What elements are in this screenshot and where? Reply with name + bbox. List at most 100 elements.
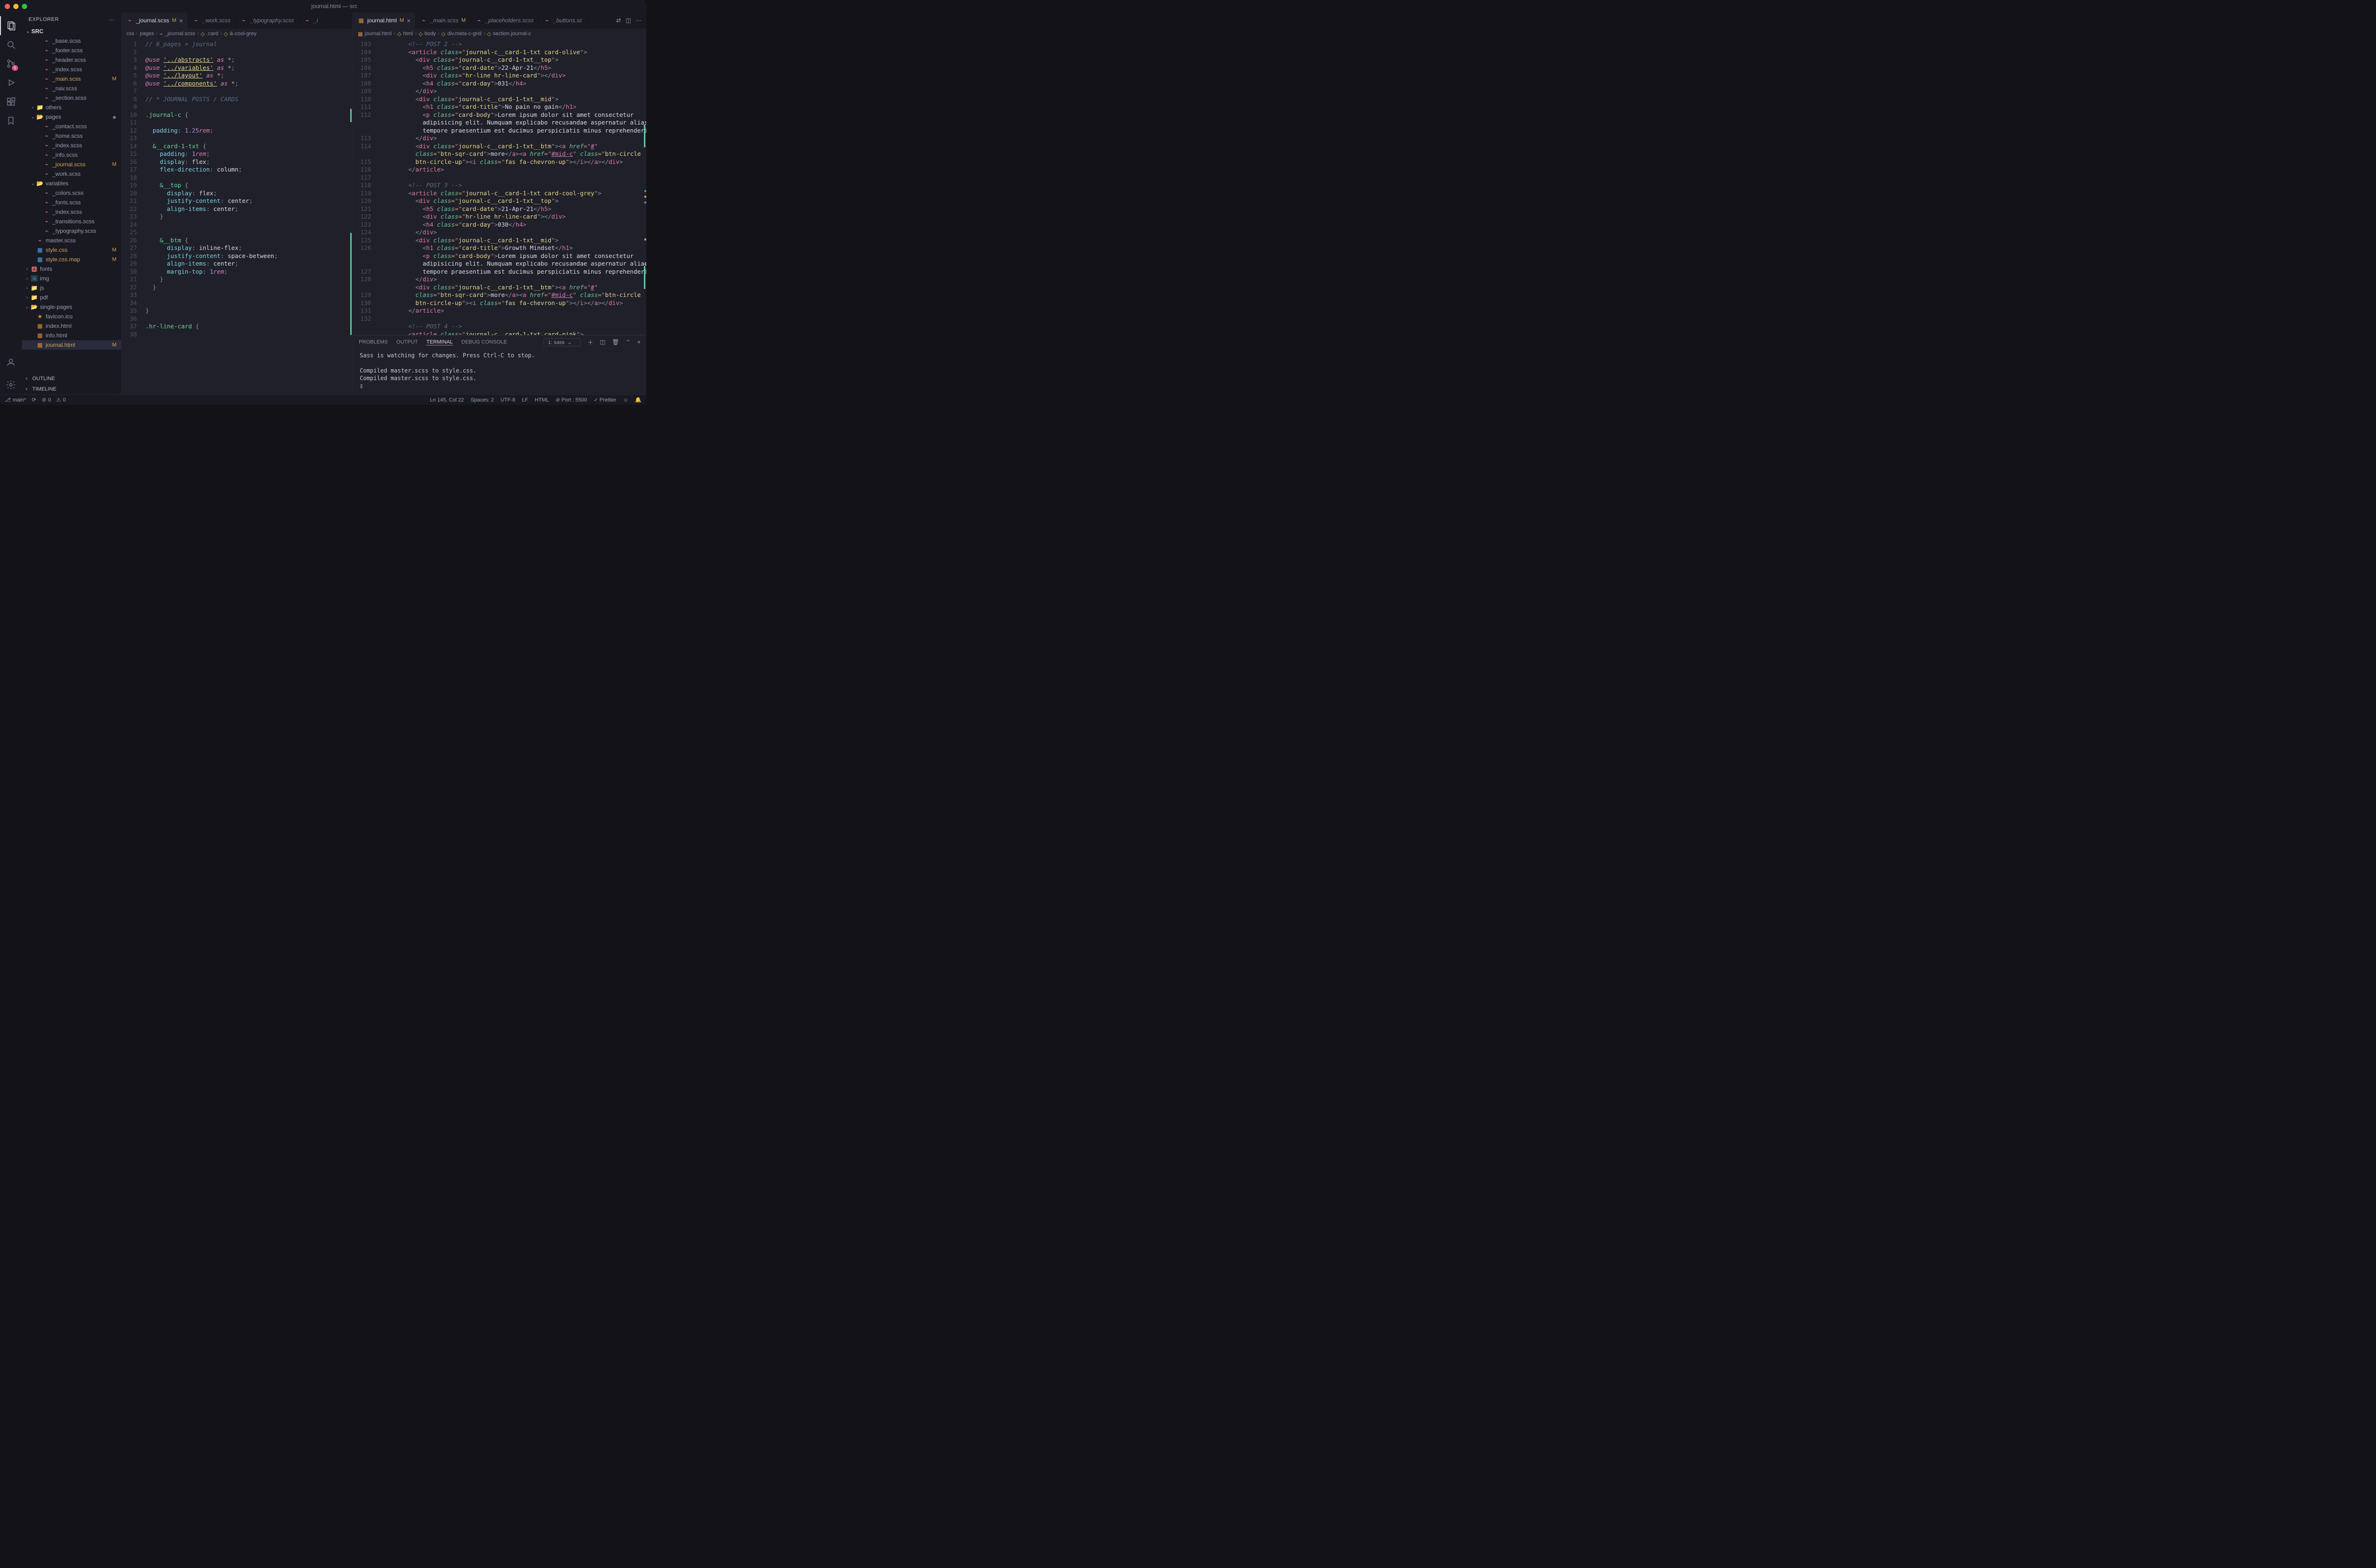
- code-editor-right[interactable]: 103 104 105 106 107 108 109 110 111 112 …: [353, 39, 646, 335]
- folder-pages[interactable]: ⌄📂pages●: [22, 112, 121, 122]
- file-section-scss[interactable]: ⌁_section.scss: [22, 93, 121, 103]
- file-journal-html[interactable]: ▦journal.htmlM: [22, 340, 121, 350]
- compare-icon[interactable]: ⇄: [616, 17, 621, 24]
- folder-fonts[interactable]: ›🅰fonts: [22, 264, 121, 274]
- status-errors[interactable]: ⊘0 ⚠0: [42, 397, 66, 403]
- minimap[interactable]: [644, 39, 646, 335]
- folder-variables[interactable]: ⌄📂variables: [22, 179, 121, 188]
- file-home-scss[interactable]: ⌁_home.scss: [22, 131, 121, 141]
- tab-placeholders-scss[interactable]: ⌁_placeholders.scss: [471, 12, 539, 29]
- kill-terminal-icon[interactable]: 🗑: [612, 339, 619, 345]
- maximize-panel-icon[interactable]: ⌃: [626, 339, 631, 345]
- file-master-scss[interactable]: ⌁master.scss: [22, 236, 121, 245]
- bookmark-icon[interactable]: [0, 111, 22, 130]
- status-encoding[interactable]: UTF-8: [500, 397, 515, 403]
- file-style-css[interactable]: ▦style.cssM: [22, 245, 121, 255]
- more-icon[interactable]: ⋯: [636, 17, 642, 24]
- status-bell-icon[interactable]: 🔔: [635, 397, 642, 403]
- tab-index-overflow[interactable]: ⌁_i: [299, 12, 323, 29]
- close-icon[interactable]: ×: [179, 17, 183, 24]
- file-index-v-scss[interactable]: ⌁_index.scss: [22, 207, 121, 217]
- file-tree: ⌁_base.scss ⌁_footer.scss ⌁_header.scss …: [22, 36, 121, 373]
- new-terminal-icon[interactable]: ＋: [587, 338, 593, 346]
- gutter-right: 103 104 105 106 107 108 109 110 111 112 …: [353, 39, 376, 335]
- breadcrumbs-right[interactable]: ▦journal.html› ◇html› ◇body› ◇div.meta-c…: [353, 29, 646, 39]
- tab-buttons-scss[interactable]: ⌁_buttons.sc: [539, 12, 587, 29]
- split-icon[interactable]: ◫: [626, 17, 631, 24]
- file-nav-scss[interactable]: ⌁_nav.scss: [22, 84, 121, 93]
- folder-root[interactable]: ⌄SRC: [22, 27, 121, 36]
- gutter-left: 1 2 3 4 5 6 7 8 9 10 11 12 13 14 15 16 1…: [122, 39, 142, 394]
- tab-work-scss[interactable]: ⌁_work.scss: [188, 12, 236, 29]
- editor-pane-left: ⌁_journal.scss M× ⌁_work.scss ⌁_typograp…: [122, 12, 353, 394]
- maximize-window[interactable]: [22, 4, 27, 9]
- file-colors-scss[interactable]: ⌁_colors.scss: [22, 188, 121, 198]
- tab-journal-scss[interactable]: ⌁_journal.scss M×: [122, 12, 188, 29]
- folder-js[interactable]: ›📁js: [22, 283, 121, 293]
- minimize-window[interactable]: [13, 4, 19, 9]
- folder-others[interactable]: ›📁others: [22, 103, 121, 112]
- scm-icon[interactable]: 5: [0, 54, 22, 73]
- file-index-scss[interactable]: ⌁_index.scss: [22, 65, 121, 74]
- file-favicon[interactable]: ★favicon.ico: [22, 312, 121, 321]
- status-spaces[interactable]: Spaces: 2: [470, 397, 494, 403]
- folder-img[interactable]: ›🖼img: [22, 274, 121, 283]
- terminal-dropdown[interactable]: 1: sass ⌄: [544, 338, 581, 346]
- status-eol[interactable]: LF: [522, 397, 528, 403]
- status-branch[interactable]: ⎇main*: [5, 397, 26, 403]
- file-base-scss[interactable]: ⌁_base.scss: [22, 36, 121, 46]
- file-style-map[interactable]: ▦style.css.mapM: [22, 255, 121, 264]
- file-header-scss[interactable]: ⌁_header.scss: [22, 55, 121, 65]
- debug-icon[interactable]: [0, 73, 22, 92]
- search-icon[interactable]: [0, 35, 22, 54]
- file-index-p-scss[interactable]: ⌁_index.scss: [22, 141, 121, 150]
- folder-single-pages[interactable]: ⌄📂single-pages: [22, 302, 121, 312]
- file-contact-scss[interactable]: ⌁_contact.scss: [22, 122, 121, 131]
- file-footer-scss[interactable]: ⌁_footer.scss: [22, 46, 121, 55]
- error-icon: ⊘: [42, 397, 46, 403]
- status-linecol[interactable]: Ln 145, Col 22: [430, 397, 464, 403]
- folder-pdf[interactable]: ›📁pdf: [22, 293, 121, 302]
- close-panel-icon[interactable]: ×: [637, 339, 641, 345]
- activity-bar: 5: [0, 12, 22, 394]
- terminal-panel: PROBLEMS OUTPUT TERMINAL DEBUG CONSOLE 1…: [353, 335, 646, 394]
- extensions-icon[interactable]: [0, 92, 22, 111]
- file-transitions-scss[interactable]: ⌁_transitions.scss: [22, 217, 121, 226]
- file-info-html[interactable]: ▦info.html: [22, 331, 121, 340]
- breadcrumbs-left[interactable]: css› pages› ⌁_journal.scss› ◇.card› ◇&-c…: [122, 29, 353, 39]
- settings-gear-icon[interactable]: [0, 375, 22, 394]
- timeline-section[interactable]: ›TIMELINE: [22, 384, 121, 394]
- file-fonts-scss[interactable]: ⌁_fonts.scss: [22, 198, 121, 207]
- status-feedback-icon[interactable]: ☺: [623, 397, 628, 403]
- code-editor-left[interactable]: 1 2 3 4 5 6 7 8 9 10 11 12 13 14 15 16 1…: [122, 39, 353, 394]
- status-port[interactable]: ⊘ Port : 5500: [556, 397, 587, 403]
- tab-problems[interactable]: PROBLEMS: [359, 339, 388, 345]
- tab-output[interactable]: OUTPUT: [396, 339, 418, 345]
- file-typography-scss[interactable]: ⌁_typography.scss: [22, 226, 121, 236]
- tab-journal-html[interactable]: ▦journal.html M×: [353, 12, 416, 29]
- tab-debug-console[interactable]: DEBUG CONSOLE: [461, 339, 507, 345]
- file-main-scss[interactable]: ⌁_main.scssM: [22, 74, 121, 84]
- account-icon[interactable]: [0, 353, 22, 372]
- status-prettier[interactable]: ✓ Prettier: [594, 397, 616, 403]
- split-terminal-icon[interactable]: ◫: [600, 339, 605, 345]
- explorer-icon[interactable]: [0, 16, 22, 35]
- outline-section[interactable]: ›OUTLINE: [22, 373, 121, 384]
- tab-terminal[interactable]: TERMINAL: [426, 339, 453, 345]
- terminal-output[interactable]: Sass is watching for changes. Press Ctrl…: [353, 349, 646, 394]
- warning-icon: ⚠: [56, 397, 61, 403]
- window-title: journal.html — src: [27, 3, 642, 10]
- file-work-scss[interactable]: ⌁_work.scss: [22, 169, 121, 179]
- close-window[interactable]: [5, 4, 10, 9]
- close-icon[interactable]: ×: [407, 17, 411, 24]
- explorer-more-icon[interactable]: ⋯: [109, 17, 115, 23]
- file-journal-scss[interactable]: ⌁_journal.scssM: [22, 160, 121, 169]
- status-sync[interactable]: ⟳: [32, 397, 36, 403]
- tab-typography-scss[interactable]: ⌁_typography.scss: [236, 12, 299, 29]
- file-index-html[interactable]: ▦index.html: [22, 321, 121, 331]
- traffic-lights[interactable]: [5, 4, 27, 9]
- file-info-scss[interactable]: ⌁_info.scss: [22, 150, 121, 160]
- status-lang[interactable]: HTML: [535, 397, 549, 403]
- explorer-sidebar: EXPLORER ⋯ ⌄SRC ⌁_base.scss ⌁_footer.scs…: [22, 12, 122, 394]
- tab-main-scss[interactable]: ⌁_main.scss M: [416, 12, 471, 29]
